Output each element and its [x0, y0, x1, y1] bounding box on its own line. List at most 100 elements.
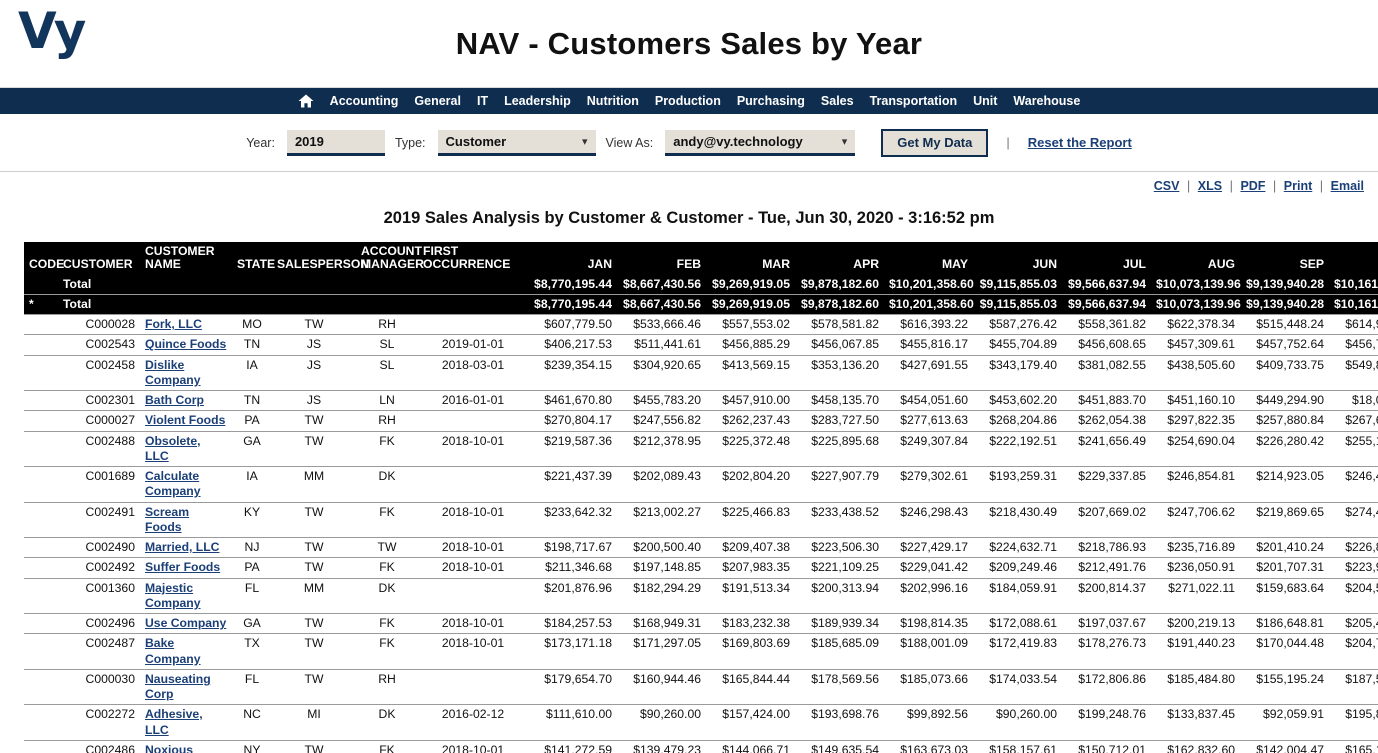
cell-customer-name: Suffer Foods	[140, 557, 232, 579]
customer-name-link[interactable]: Majestic Company	[145, 581, 227, 612]
cell-month-value: $189,939.34	[795, 613, 884, 635]
cell-month-value: $197,037.67	[1062, 613, 1151, 635]
cell-month-value: $607,779.50	[528, 314, 617, 336]
customer-name-link[interactable]: Violent Foods	[145, 413, 225, 428]
email-link[interactable]: Email	[1331, 179, 1364, 193]
customer-name-link[interactable]: Dislike Company	[145, 358, 227, 389]
col-header-jun[interactable]: JUN	[973, 242, 1062, 275]
cell-first-occurrence: 2018-10-01	[418, 557, 528, 579]
nav-item-general[interactable]: General	[414, 94, 461, 108]
totals-label: Total	[58, 274, 140, 295]
export-xls-link[interactable]: XLS	[1198, 179, 1222, 193]
customer-name-link[interactable]: Nauseating Corp	[145, 672, 227, 703]
customer-name-link[interactable]: Adhesive, LLC	[145, 707, 227, 738]
reset-report-link[interactable]: Reset the Report	[1028, 135, 1132, 150]
cell-month-value: $271,022.11	[1151, 578, 1240, 615]
customer-name-link[interactable]: Suffer Foods	[145, 560, 220, 575]
cell-month-value: $455,816.17	[884, 334, 973, 356]
home-icon[interactable]	[298, 94, 314, 108]
col-header-apr[interactable]: APR	[795, 242, 884, 275]
nav-item-purchasing[interactable]: Purchasing	[737, 94, 805, 108]
cell-month-value: $186,648.81	[1240, 613, 1329, 635]
customer-name-link[interactable]: Bath Corp	[145, 393, 204, 408]
cell-code	[24, 633, 58, 670]
customer-name-link[interactable]: Calculate Company	[145, 469, 227, 500]
col-header-oct[interactable]: OCT	[1329, 242, 1378, 275]
col-header-mar[interactable]: MAR	[706, 242, 795, 275]
cell-month-value: $214,923.05	[1240, 466, 1329, 503]
cell-code	[24, 466, 58, 503]
get-my-data-button[interactable]: Get My Data	[881, 128, 989, 157]
cell-first-occurrence: 2018-10-01	[418, 502, 528, 539]
cell-month-value: $197,148.85	[617, 557, 706, 579]
cell-customer-name: Fork, LLC	[140, 314, 232, 336]
cell-month-value: $195,869.57	[1329, 704, 1378, 741]
cell-customer-name: Married, LLC	[140, 537, 232, 559]
view-as-select[interactable]: andy@vy.technology ▾	[665, 129, 856, 156]
cell-customer-name: Adhesive, LLC	[140, 704, 232, 741]
customer-name-link[interactable]: Bake Company	[145, 636, 227, 667]
cell-month-value: $587,276.42	[973, 314, 1062, 336]
col-header-salesperson[interactable]: SALESPERSON	[272, 242, 369, 275]
customer-name-link[interactable]: Fork, LLC	[145, 317, 202, 332]
export-csv-link[interactable]: CSV	[1154, 179, 1180, 193]
cell-month-value: $413,569.15	[706, 355, 795, 392]
totals-month-value: $9,115,855.03	[973, 274, 1062, 295]
nav-item-unit[interactable]: Unit	[973, 94, 997, 108]
cell-salesperson: TW	[272, 613, 356, 635]
type-select[interactable]: Customer ▾	[437, 129, 596, 156]
nav-item-leadership[interactable]: Leadership	[504, 94, 571, 108]
customer-name-link[interactable]: Obsolete, LLC	[145, 434, 227, 465]
cell-month-value: $157,424.00	[706, 704, 795, 741]
customer-name-link[interactable]: Noxious Foods	[145, 743, 227, 753]
print-link[interactable]: Print	[1284, 179, 1312, 193]
col-header-jul[interactable]: JUL	[1062, 242, 1151, 275]
nav-item-accounting[interactable]: Accounting	[330, 94, 399, 108]
totals-salesperson	[272, 274, 356, 295]
customer-name-link[interactable]: Quince Foods	[145, 337, 226, 352]
col-header-feb[interactable]: FEB	[617, 242, 706, 275]
nav-item-nutrition[interactable]: Nutrition	[587, 94, 639, 108]
nav-item-production[interactable]: Production	[655, 94, 721, 108]
col-header-account-manager[interactable]: ACCOUNT MANAGER	[356, 242, 424, 275]
totals-month-value: $9,566,637.94	[1062, 274, 1151, 295]
nav-item-it[interactable]: IT	[477, 94, 488, 108]
cell-code	[24, 314, 58, 336]
col-header-may[interactable]: MAY	[884, 242, 973, 275]
col-header-first-occurrence[interactable]: FIRST OCCURRENCE	[418, 242, 528, 275]
customer-name-link[interactable]: Use Company	[145, 616, 226, 631]
cell-month-value: $453,602.20	[973, 390, 1062, 412]
col-header-jan[interactable]: JAN	[528, 242, 617, 275]
export-pdf-link[interactable]: PDF	[1240, 179, 1265, 193]
cell-state: GA	[232, 431, 272, 468]
cell-state: TN	[232, 390, 272, 412]
table-row: C001360 Majestic Company FL MM DK $201,876.96…	[24, 578, 1378, 615]
customer-name-link[interactable]: Scream Foods	[145, 505, 227, 536]
nav-item-transportation[interactable]: Transportation	[870, 94, 958, 108]
col-header-code[interactable]: CODE	[24, 242, 64, 275]
col-header-sep[interactable]: SEP	[1240, 242, 1329, 275]
col-header-customer-name[interactable]: CUSTOMER NAME	[140, 242, 232, 275]
cell-month-value: $188,001.09	[884, 633, 973, 670]
cell-month-value: $172,419.83	[973, 633, 1062, 670]
col-header-aug[interactable]: AUG	[1151, 242, 1240, 275]
cell-customer-code: C002490	[58, 537, 140, 559]
cell-month-value: $223,506.30	[795, 537, 884, 559]
totals-first-occurrence	[418, 294, 528, 316]
cell-month-value: $133,837.45	[1151, 704, 1240, 741]
table-row: C002490 Married, LLC NJ TW TW 2018-10-01 $198,…	[24, 537, 1378, 559]
cell-account-manager: FK	[356, 431, 418, 468]
table-row: C001689 Calculate Company IA MM DK $221,437.3…	[24, 466, 1378, 503]
nav-item-warehouse[interactable]: Warehouse	[1013, 94, 1080, 108]
cell-month-value: $515,448.24	[1240, 314, 1329, 336]
cell-month-value: $18,022.00	[1329, 390, 1378, 412]
year-input[interactable]: 2019	[286, 129, 385, 156]
customer-name-link[interactable]: Married, LLC	[145, 540, 220, 555]
cell-month-value: $178,569.56	[795, 669, 884, 706]
col-header-customer[interactable]: CUSTOMER	[58, 242, 140, 275]
cell-customer-name: Nauseating Corp	[140, 669, 232, 706]
nav-item-sales[interactable]: Sales	[821, 94, 854, 108]
totals-month-value: $9,566,637.94	[1062, 294, 1151, 316]
cell-month-value: $461,670.80	[528, 390, 617, 412]
col-header-state[interactable]: STATE	[232, 242, 275, 275]
